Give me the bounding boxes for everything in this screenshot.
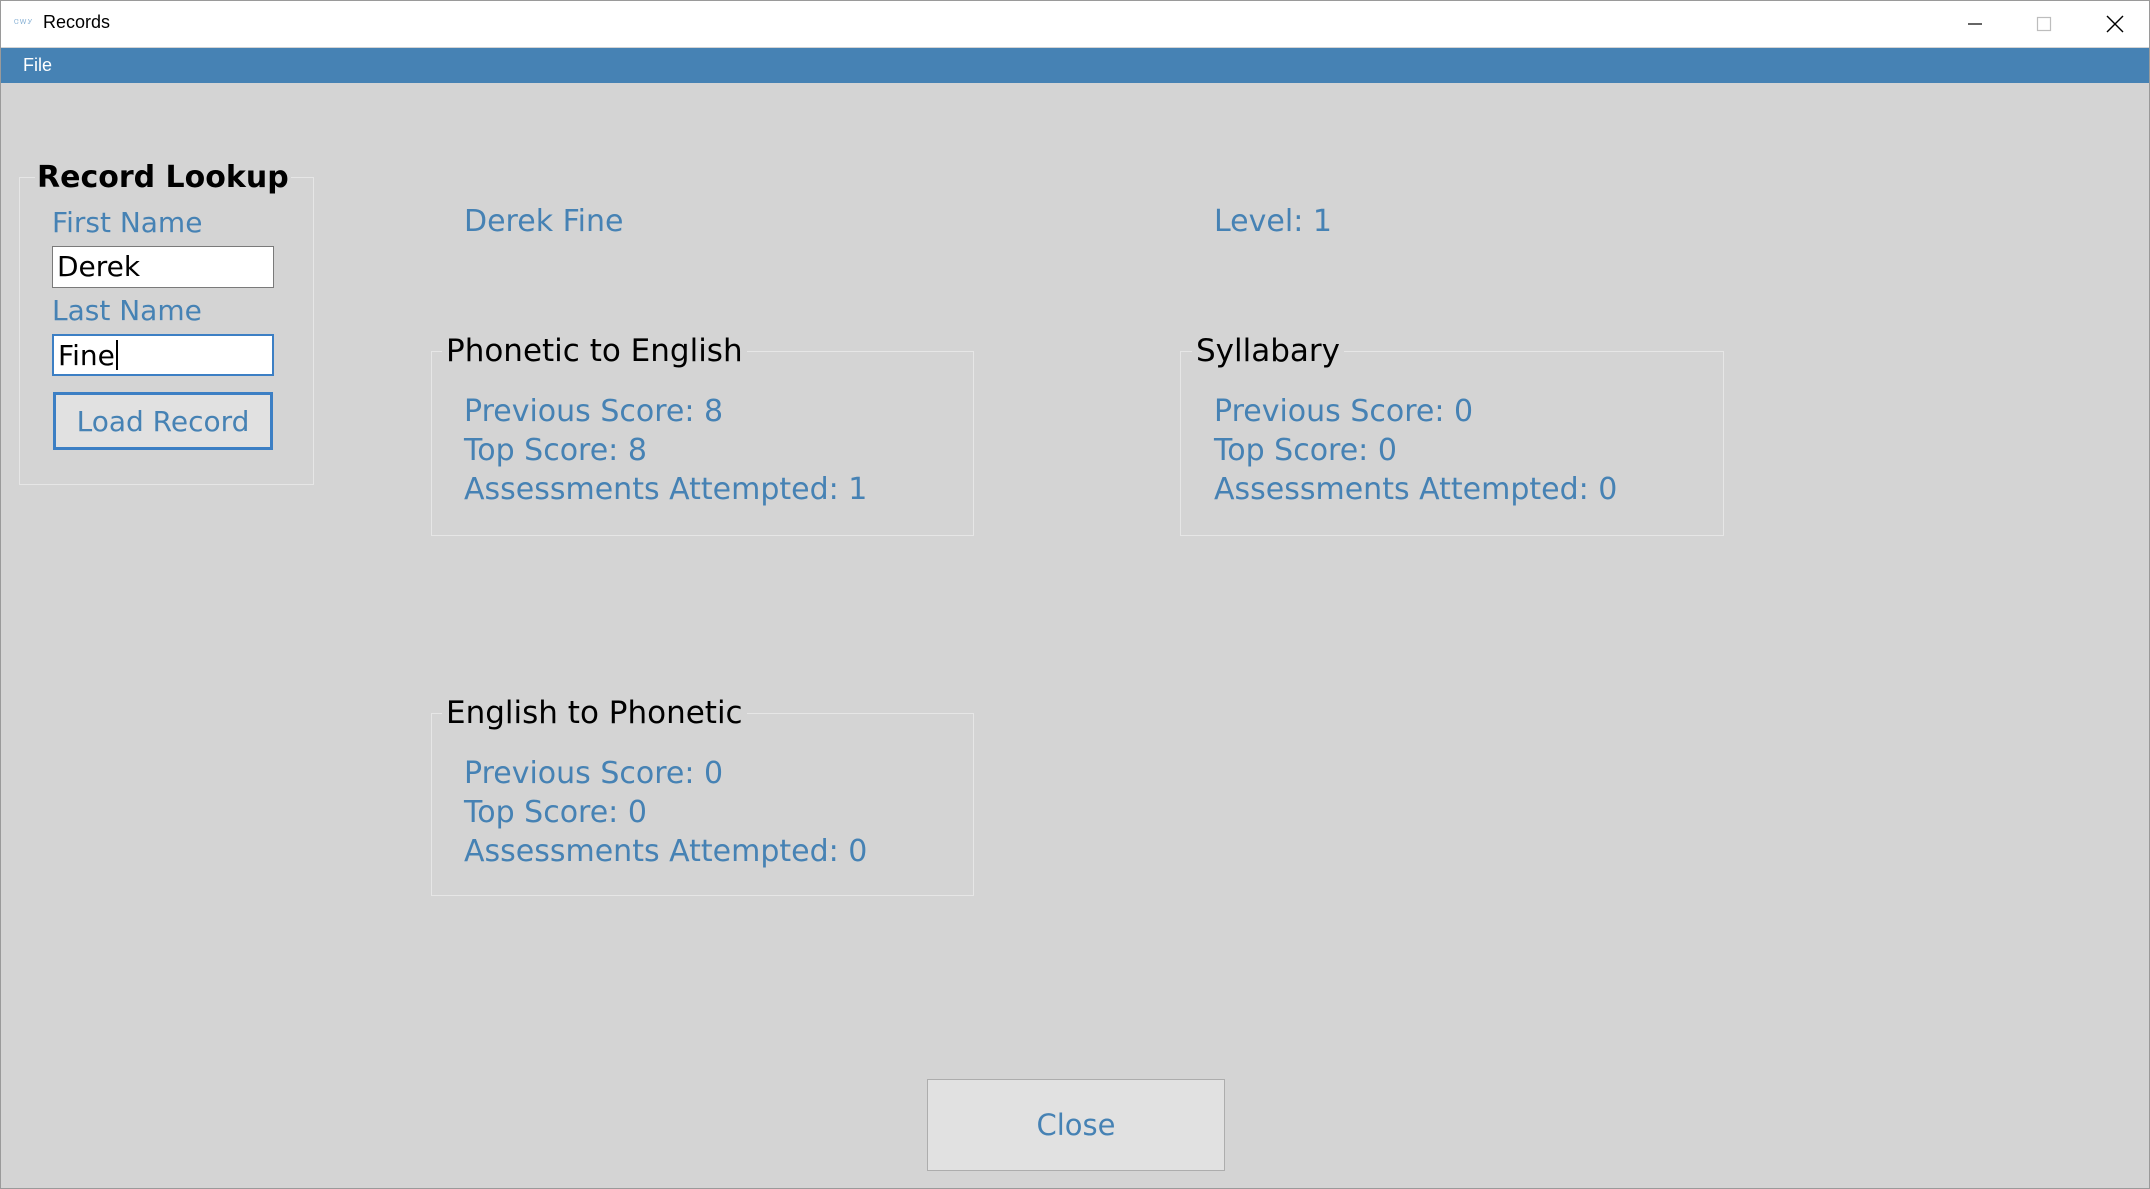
maximize-icon [2036,16,2052,32]
load-record-label: Load Record [76,404,250,438]
close-window-button[interactable] [2081,1,2149,47]
phonetic-to-english-title: Phonetic to English [442,333,747,369]
syl-previous-score: Previous Score: 0 [1214,394,1474,429]
syl-assessments-attempted: Assessments Attempted: 0 [1214,472,1618,507]
menu-bar: File [1,48,2149,83]
maximize-button[interactable] [2010,1,2078,47]
etp-top-score: Top Score: 0 [464,795,647,830]
text-caret [115,340,118,370]
student-level: Level: 1 [1214,204,1332,239]
pte-assessments-attempted: Assessments Attempted: 1 [464,472,868,507]
last-name-value: Fine [58,339,115,372]
etp-assessments-attempted: Assessments Attempted: 0 [464,834,868,869]
load-record-button[interactable]: Load Record [53,392,273,450]
syl-top-score: Top Score: 0 [1214,433,1397,468]
records-window: ᏣᎳᎩ Records File Record Lookup First Nam… [0,0,2150,1189]
first-name-input[interactable]: Derek [52,246,274,288]
window-title: Records [43,12,111,32]
menu-file[interactable]: File [17,53,58,78]
minimize-button[interactable] [1941,1,2009,47]
last-name-label: Last Name [52,294,202,327]
pte-previous-score: Previous Score: 8 [464,394,724,429]
record-lookup-title: Record Lookup [35,160,291,195]
close-button[interactable]: Close [927,1079,1225,1171]
close-icon [2106,15,2124,33]
close-button-label: Close [1036,1108,1116,1142]
last-name-input[interactable]: Fine [52,334,274,376]
english-to-phonetic-title: English to Phonetic [442,695,747,731]
first-name-label: First Name [52,206,203,239]
syllabary-title: Syllabary [1192,333,1345,369]
app-icon: ᏣᎳᎩ [14,18,34,26]
title-bar[interactable]: ᏣᎳᎩ Records [1,1,2149,47]
etp-previous-score: Previous Score: 0 [464,756,724,791]
first-name-value: Derek [57,250,141,283]
minimize-icon [1968,23,1982,25]
student-name: Derek Fine [464,204,624,239]
pte-top-score: Top Score: 8 [464,433,647,468]
